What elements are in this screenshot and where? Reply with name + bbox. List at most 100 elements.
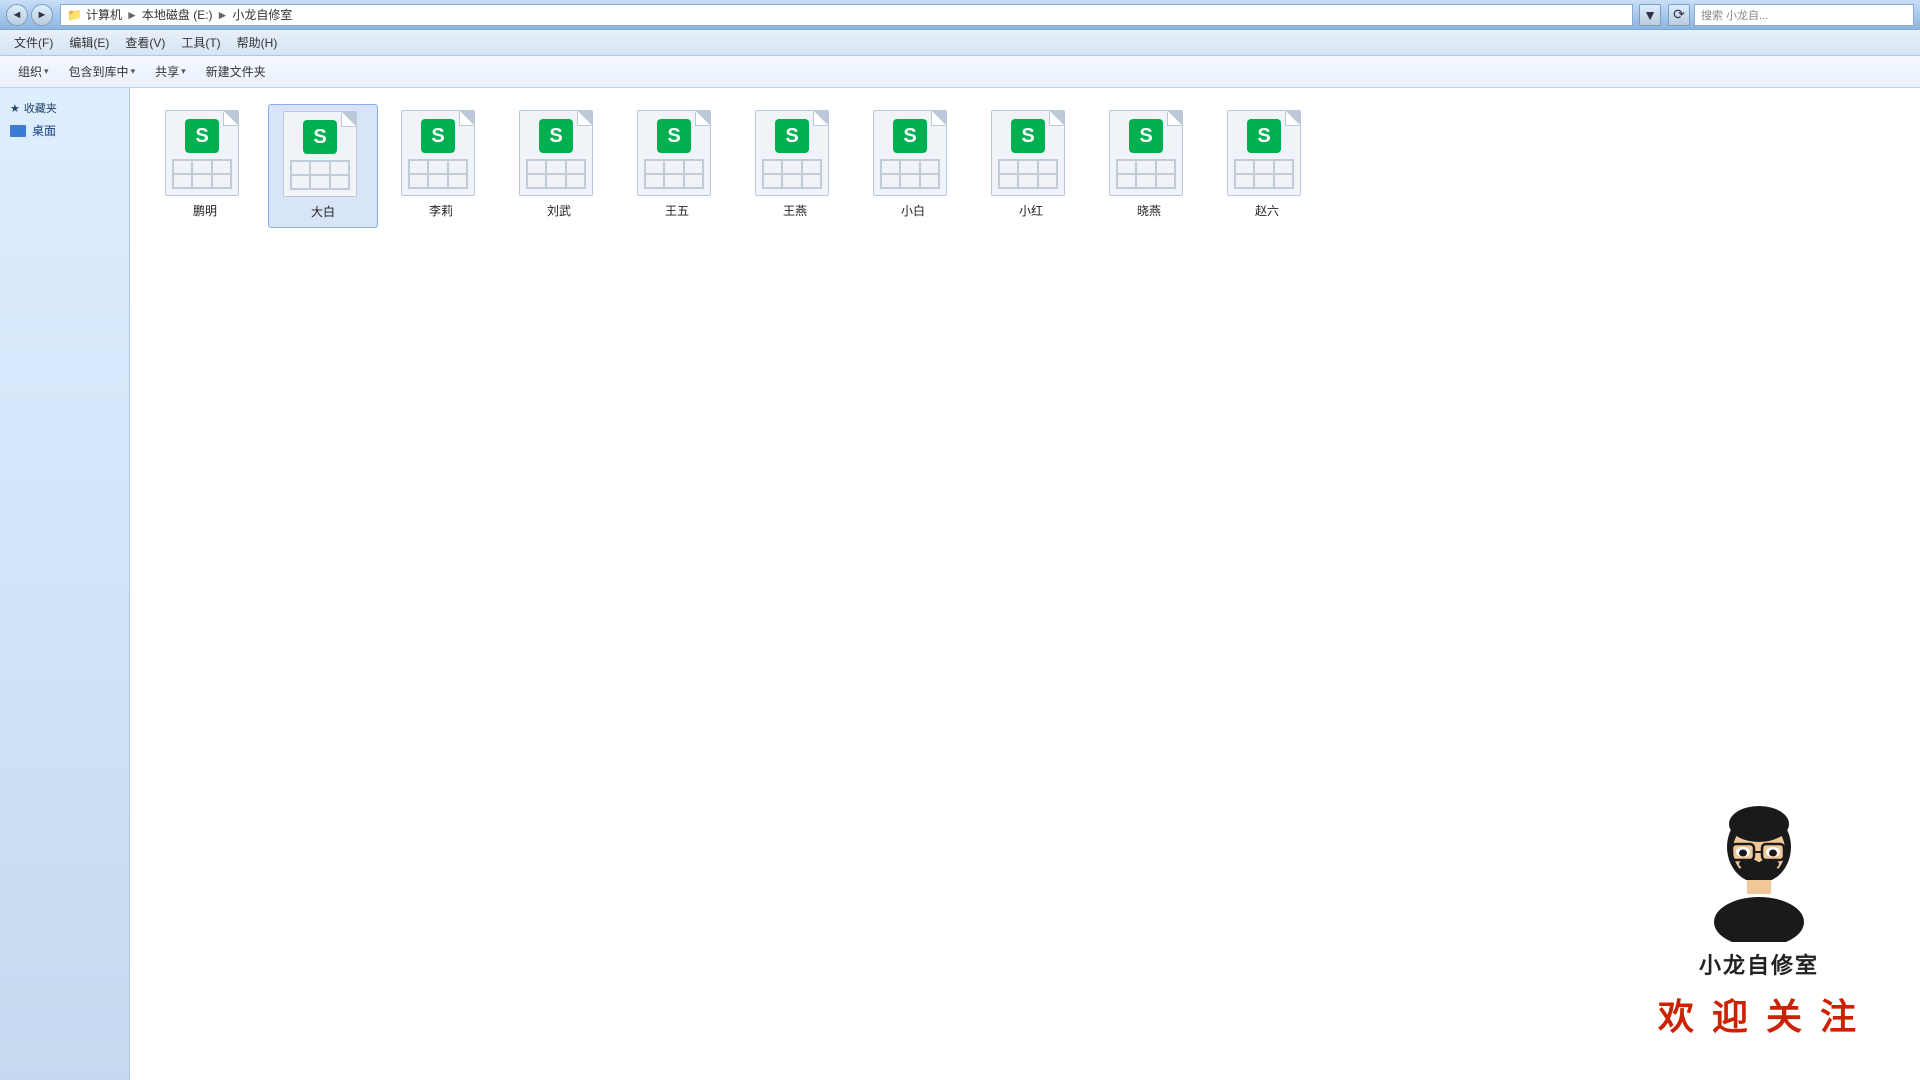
file-item-file-6[interactable]: S 王燕 — [740, 104, 850, 228]
file-item-file-1[interactable]: S 鹏明 — [150, 104, 260, 228]
avatar-svg — [1694, 802, 1824, 942]
share-button[interactable]: 共享 ▾ — [147, 60, 194, 83]
desktop-label: 桌面 — [32, 122, 56, 139]
doc-table — [762, 159, 822, 189]
doc-shape: S — [283, 111, 357, 197]
doc-shape: S — [519, 110, 593, 196]
file-name-file-4: 刘武 — [547, 204, 571, 220]
forward-button[interactable]: ► — [31, 4, 53, 26]
wps-badge: S — [1011, 119, 1045, 153]
file-icon-file-2: S — [283, 111, 363, 201]
doc-table — [408, 159, 468, 189]
file-name-file-7: 小白 — [901, 204, 925, 220]
file-icon-file-10: S — [1227, 110, 1307, 200]
file-name-file-6: 王燕 — [783, 204, 807, 220]
wps-badge: S — [303, 120, 337, 154]
file-name-file-1: 鹏明 — [193, 204, 217, 220]
star-icon: ★ — [10, 102, 20, 115]
sidebar-item-desktop[interactable]: 桌面 — [0, 118, 129, 143]
menu-view[interactable]: 查看(V) — [117, 32, 173, 53]
file-item-file-9[interactable]: S 晓燕 — [1094, 104, 1204, 228]
share-label: 共享 — [155, 63, 179, 80]
wps-badge: S — [1247, 119, 1281, 153]
wps-badge: S — [421, 119, 455, 153]
file-icon-file-3: S — [401, 110, 481, 200]
refresh-button[interactable]: ⟳ — [1668, 4, 1690, 26]
new-folder-button[interactable]: 新建文件夹 — [198, 60, 274, 83]
doc-shape: S — [637, 110, 711, 196]
doc-shape: S — [755, 110, 829, 196]
file-icon-file-7: S — [873, 110, 953, 200]
menu-bar: 文件(F) 编辑(E) 查看(V) 工具(T) 帮助(H) — [0, 30, 1920, 56]
watermark-slogan: 欢 迎 关 注 — [1658, 988, 1860, 1040]
watermark-title: 小龙自修室 — [1699, 948, 1819, 980]
menu-tools[interactable]: 工具(T) — [173, 32, 228, 53]
include-library-button[interactable]: 包含到库中 ▾ — [61, 60, 144, 83]
doc-table — [1116, 159, 1176, 189]
file-name-file-10: 赵六 — [1255, 204, 1279, 220]
menu-file[interactable]: 文件(F) — [6, 32, 61, 53]
wps-badge: S — [539, 119, 573, 153]
main-layout: ★ 收藏夹 桌面 S — [0, 88, 1920, 1080]
wps-badge: S — [893, 119, 927, 153]
wps-badge: S — [657, 119, 691, 153]
file-item-file-4[interactable]: S 刘武 — [504, 104, 614, 228]
file-item-file-5[interactable]: S 王五 — [622, 104, 732, 228]
doc-shape: S — [1109, 110, 1183, 196]
file-item-file-10[interactable]: S 赵六 — [1212, 104, 1322, 228]
title-bar: ◄ ► 📁 计算机 ► 本地磁盘 (E:) ► 小龙自修室 ▼ ⟳ 搜索 小龙自… — [0, 0, 1920, 30]
share-arrow: ▾ — [181, 66, 186, 77]
doc-shape: S — [991, 110, 1065, 196]
search-box[interactable]: 搜索 小龙自... — [1694, 4, 1914, 26]
address-bar[interactable]: 📁 计算机 ► 本地磁盘 (E:) ► 小龙自修室 — [60, 4, 1633, 26]
menu-edit[interactable]: 编辑(E) — [61, 32, 117, 53]
file-name-file-3: 李莉 — [429, 204, 453, 220]
doc-table — [290, 160, 350, 190]
back-button[interactable]: ◄ — [6, 4, 28, 26]
include-library-arrow: ▾ — [131, 66, 136, 77]
file-area: S 鹏明 S — [130, 88, 1920, 1080]
file-item-file-2[interactable]: S 大白 — [268, 104, 378, 228]
path-drive: 本地磁盘 (E:) — [142, 6, 213, 23]
watermark: 小龙自修室 欢 迎 关 注 — [1658, 802, 1860, 1040]
include-library-label: 包含到库中 — [69, 63, 129, 80]
file-icon-file-6: S — [755, 110, 835, 200]
file-icon-file-1: S — [165, 110, 245, 200]
search-label: 搜索 小龙自... — [1701, 7, 1768, 23]
file-icon-file-9: S — [1109, 110, 1189, 200]
doc-table — [880, 159, 940, 189]
file-icon-file-5: S — [637, 110, 717, 200]
doc-table — [998, 159, 1058, 189]
organize-label: 组织 — [18, 63, 42, 80]
file-item-file-8[interactable]: S 小红 — [976, 104, 1086, 228]
organize-arrow: ▾ — [44, 66, 49, 77]
doc-table — [644, 159, 704, 189]
file-item-file-3[interactable]: S 李莉 — [386, 104, 496, 228]
doc-shape: S — [873, 110, 947, 196]
doc-table — [526, 159, 586, 189]
file-icon-file-8: S — [991, 110, 1071, 200]
doc-table — [1234, 159, 1294, 189]
new-folder-label: 新建文件夹 — [206, 63, 266, 80]
favorites-label: 收藏夹 — [24, 100, 57, 116]
doc-table — [172, 159, 232, 189]
desktop-icon — [10, 125, 26, 137]
file-name-file-5: 王五 — [665, 204, 689, 220]
wps-badge: S — [1129, 119, 1163, 153]
wps-badge: S — [775, 119, 809, 153]
doc-shape: S — [1227, 110, 1301, 196]
organize-button[interactable]: 组织 ▾ — [10, 60, 57, 83]
menu-help[interactable]: 帮助(H) — [229, 32, 286, 53]
doc-shape: S — [165, 110, 239, 196]
file-name-file-8: 小红 — [1019, 204, 1043, 220]
doc-shape: S — [401, 110, 475, 196]
file-item-file-7[interactable]: S 小白 — [858, 104, 968, 228]
file-icon-file-4: S — [519, 110, 599, 200]
toolbar: 组织 ▾ 包含到库中 ▾ 共享 ▾ 新建文件夹 — [0, 56, 1920, 88]
wps-badge: S — [185, 119, 219, 153]
file-name-file-2: 大白 — [311, 205, 335, 221]
favorites-section: ★ 收藏夹 — [0, 96, 129, 118]
path-computer: 计算机 — [86, 6, 122, 23]
dropdown-button[interactable]: ▼ — [1639, 4, 1661, 26]
folder-icon: 📁 — [67, 8, 82, 22]
